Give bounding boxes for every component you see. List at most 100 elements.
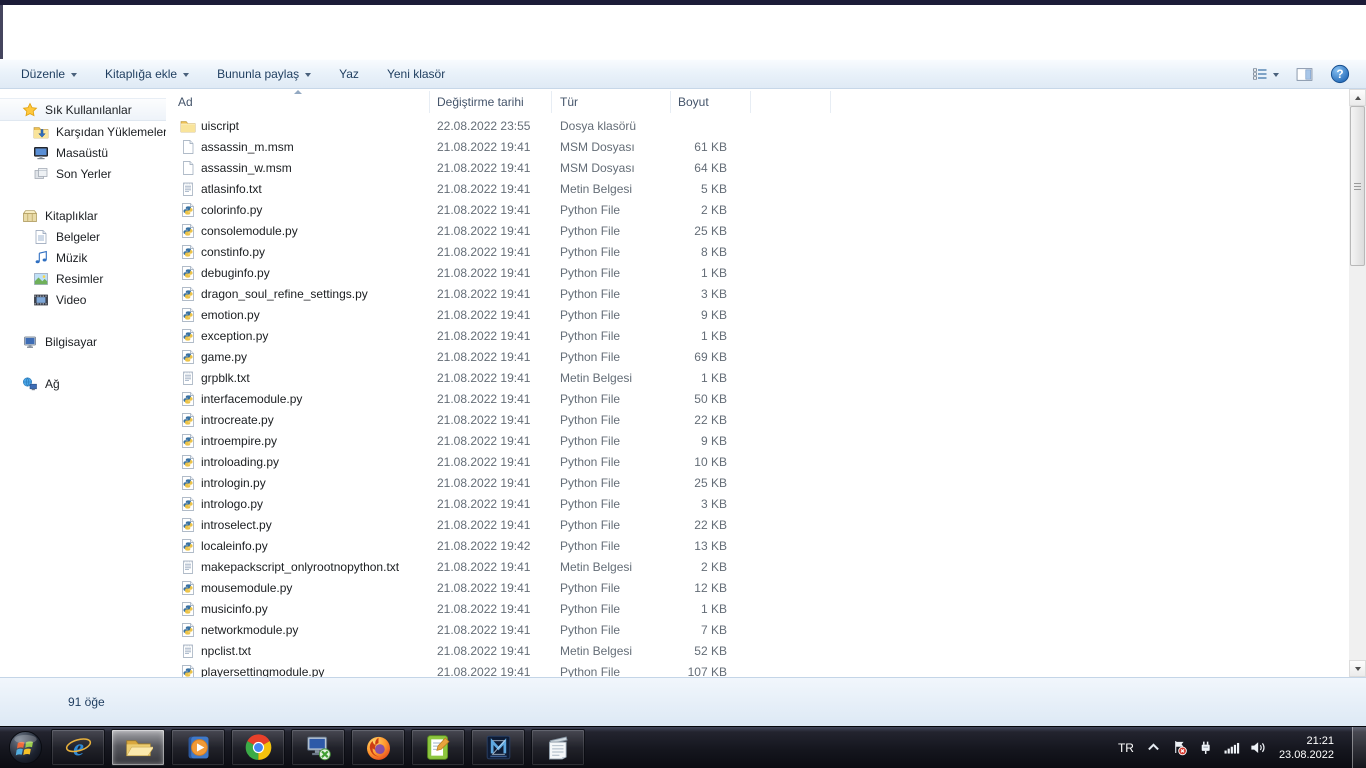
file-row[interactable]: colorinfo.py21.08.2022 19:41Python File2… xyxy=(166,199,1349,220)
sidebar-item-picture[interactable]: Resimler xyxy=(0,268,166,289)
sidebar-item-recent[interactable]: Son Yerler xyxy=(0,163,166,184)
sidebar-item-downloads[interactable]: Karşıdan Yüklemeler xyxy=(0,121,166,142)
file-name: interfacemodule.py xyxy=(201,392,302,406)
video-icon xyxy=(33,292,49,308)
dropdown-arrow-icon xyxy=(71,73,77,77)
sidebar-item-music[interactable]: Müzik xyxy=(0,247,166,268)
toolbar-button-3[interactable]: Yaz xyxy=(328,63,370,85)
file-row[interactable]: atlasinfo.txt21.08.2022 19:41Metin Belge… xyxy=(166,178,1349,199)
sidebar-item-computer[interactable]: Bilgisayar xyxy=(0,331,166,352)
file-name: emotion.py xyxy=(201,308,260,322)
column-header-name[interactable]: Ad xyxy=(166,91,430,113)
sidebar-group-computer: Bilgisayar xyxy=(0,331,166,352)
network-signal-icon[interactable] xyxy=(1223,739,1240,756)
file-size: 2 KB xyxy=(671,560,751,574)
taskbar-button-notepad-plus-plus[interactable] xyxy=(411,729,465,766)
volume-icon[interactable] xyxy=(1249,739,1266,756)
file-row[interactable]: makepackscript_onlyrootnopython.txt21.08… xyxy=(166,556,1349,577)
file-row[interactable]: networkmodule.py21.08.2022 19:41Python F… xyxy=(166,619,1349,640)
file-date: 21.08.2022 19:41 xyxy=(430,413,552,427)
column-header-type[interactable]: Tür xyxy=(552,91,671,113)
help-icon[interactable]: ? xyxy=(1330,64,1350,84)
libraries-icon xyxy=(22,208,38,224)
taskbar-button-notepad[interactable] xyxy=(531,729,585,766)
file-name: uiscript xyxy=(201,119,239,133)
file-row[interactable]: uiscript22.08.2022 23:55Dosya klasörü xyxy=(166,115,1349,136)
change-view-button[interactable] xyxy=(1251,66,1279,82)
file-name-cell: consolemodule.py xyxy=(166,223,430,239)
dropdown-arrow-icon xyxy=(183,73,189,77)
sidebar-item-desktop[interactable]: Masaüstü xyxy=(0,142,166,163)
scroll-up-button[interactable] xyxy=(1349,89,1366,106)
sidebar-item-label: Karşıdan Yüklemeler xyxy=(56,125,166,139)
file-row[interactable]: introempire.py21.08.2022 19:41Python Fil… xyxy=(166,430,1349,451)
toolbar-button-0[interactable]: Düzenle xyxy=(10,63,88,85)
column-header-size[interactable]: Boyut xyxy=(671,91,751,113)
taskbar-button-chrome[interactable] xyxy=(231,729,285,766)
file-row[interactable]: emotion.py21.08.2022 19:41Python File9 K… xyxy=(166,304,1349,325)
file-row[interactable]: assassin_w.msm21.08.2022 19:41MSM Dosyas… xyxy=(166,157,1349,178)
file-row[interactable]: musicinfo.py21.08.2022 19:41Python File1… xyxy=(166,598,1349,619)
clock[interactable]: 21:21 23.08.2022 xyxy=(1279,734,1334,762)
file-row[interactable]: introloading.py21.08.2022 19:41Python Fi… xyxy=(166,451,1349,472)
toolbar-button-1[interactable]: Kitaplığa ekle xyxy=(94,63,200,85)
file-type: Python File xyxy=(552,245,671,259)
file-row[interactable]: introcreate.py21.08.2022 19:41Python Fil… xyxy=(166,409,1349,430)
sidebar-item-label: Son Yerler xyxy=(56,167,111,181)
file-row[interactable]: interfacemodule.py21.08.2022 19:41Python… xyxy=(166,388,1349,409)
file-type: Metin Belgesi xyxy=(552,371,671,385)
sidebar-item-label: Ağ xyxy=(45,377,60,391)
column-header-date[interactable]: Değiştirme tarihi xyxy=(430,91,552,113)
file-date: 21.08.2022 19:41 xyxy=(430,182,552,196)
file-row[interactable]: assassin_m.msm21.08.2022 19:41MSM Dosyas… xyxy=(166,136,1349,157)
python-icon xyxy=(180,601,196,617)
file-row[interactable]: intrologin.py21.08.2022 19:41Python File… xyxy=(166,472,1349,493)
action-center-flag-icon[interactable] xyxy=(1171,739,1188,756)
sidebar-item-star[interactable]: Sık Kullanılanlar xyxy=(0,98,166,121)
file-row[interactable]: introselect.py21.08.2022 19:41Python Fil… xyxy=(166,514,1349,535)
firefox-icon xyxy=(364,733,393,762)
sidebar-item-video[interactable]: Video xyxy=(0,289,166,310)
show-desktop-button[interactable] xyxy=(1352,727,1366,768)
file-row[interactable]: game.py21.08.2022 19:41Python File69 KB xyxy=(166,346,1349,367)
file-row[interactable]: playersettingmodule.py21.08.2022 19:41Py… xyxy=(166,661,1349,677)
scrollbar-thumb[interactable] xyxy=(1350,106,1365,266)
file-row[interactable]: dragon_soul_refine_settings.py21.08.2022… xyxy=(166,283,1349,304)
scroll-down-button[interactable] xyxy=(1349,660,1366,677)
toolbar-button-4[interactable]: Yeni klasör xyxy=(376,63,456,85)
vertical-scrollbar[interactable] xyxy=(1349,89,1366,677)
taskbar-button-internet-explorer[interactable]: e xyxy=(51,729,105,766)
file-size: 9 KB xyxy=(671,308,751,322)
taskbar-button-media-player[interactable] xyxy=(171,729,225,766)
toolbar-button-2[interactable]: Bununla paylaş xyxy=(206,63,322,85)
language-indicator[interactable]: TR xyxy=(1116,741,1136,755)
file-date: 21.08.2022 19:41 xyxy=(430,665,552,678)
taskbar-button-remote-desktop[interactable] xyxy=(291,729,345,766)
file-row[interactable]: exception.py21.08.2022 19:41Python File1… xyxy=(166,325,1349,346)
file-row[interactable]: mousemodule.py21.08.2022 19:41Python Fil… xyxy=(166,577,1349,598)
file-type: Python File xyxy=(552,392,671,406)
start-button[interactable] xyxy=(5,729,45,767)
file-name-cell: game.py xyxy=(166,349,430,365)
file-row[interactable]: localeinfo.py21.08.2022 19:42Python File… xyxy=(166,535,1349,556)
column-header-label: Ad xyxy=(178,95,193,109)
show-hidden-icons-button[interactable] xyxy=(1145,739,1162,756)
sidebar-item-network[interactable]: Ağ xyxy=(0,373,166,394)
taskbar-button-firefox[interactable] xyxy=(351,729,405,766)
file-type: Metin Belgesi xyxy=(552,560,671,574)
taskbar-button-m-tool[interactable] xyxy=(471,729,525,766)
preview-pane-icon[interactable] xyxy=(1295,66,1314,83)
file-row[interactable]: grpblk.txt21.08.2022 19:41Metin Belgesi1… xyxy=(166,367,1349,388)
python-icon xyxy=(180,391,196,407)
file-row[interactable]: npclist.txt21.08.2022 19:41Metin Belgesi… xyxy=(166,640,1349,661)
sidebar-item-libraries[interactable]: Kitaplıklar xyxy=(0,205,166,226)
sidebar-item-document[interactable]: Belgeler xyxy=(0,226,166,247)
file-row[interactable]: constinfo.py21.08.2022 19:41Python File8… xyxy=(166,241,1349,262)
sidebar-group-star: Sık Kullanılanlar Karşıdan Yüklemeler Masa… xyxy=(0,98,166,184)
toolbar-right: ? xyxy=(1251,64,1356,84)
hardware-plug-icon[interactable] xyxy=(1197,739,1214,756)
file-row[interactable]: consolemodule.py21.08.2022 19:41Python F… xyxy=(166,220,1349,241)
taskbar-button-windows-explorer[interactable] xyxy=(111,729,165,766)
file-row[interactable]: debuginfo.py21.08.2022 19:41Python File1… xyxy=(166,262,1349,283)
file-row[interactable]: intrologo.py21.08.2022 19:41Python File3… xyxy=(166,493,1349,514)
